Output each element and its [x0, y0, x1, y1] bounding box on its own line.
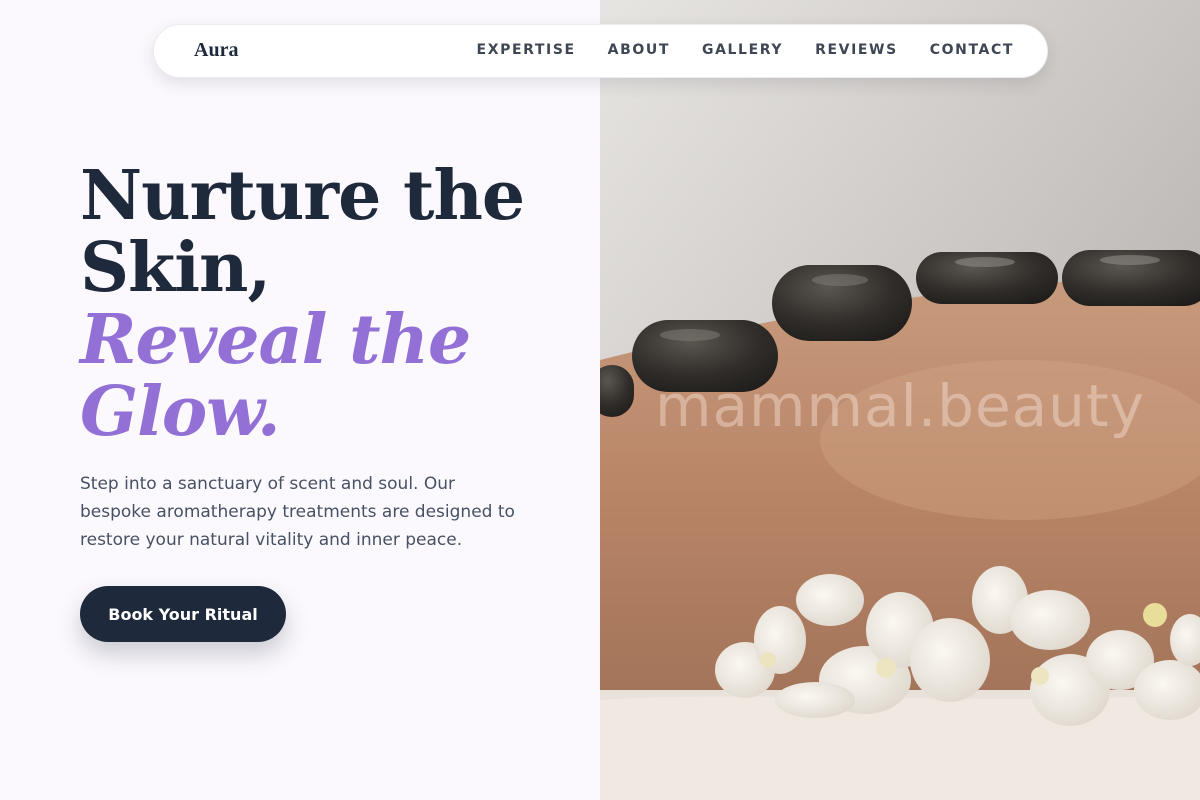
- hero-description: Step into a sanctuary of scent and soul.…: [80, 474, 515, 550]
- hero-headline: Nurture the Skin, Reveal the Glow.: [80, 160, 560, 448]
- nav-link-gallery[interactable]: GALLERY: [702, 42, 783, 58]
- top-navigation: Aura EXPERTISE ABOUT GALLERY REVIEWS CON…: [153, 24, 1048, 78]
- nav-links: EXPERTISE ABOUT GALLERY REVIEWS CONTACT: [477, 42, 1014, 58]
- headline-accent-line-1: Reveal the: [80, 300, 471, 380]
- headline-line-1: Nurture the: [80, 156, 525, 236]
- nav-link-expertise[interactable]: EXPERTISE: [477, 42, 576, 58]
- nav-link-about[interactable]: ABOUT: [608, 42, 670, 58]
- brand-logo[interactable]: Aura: [194, 39, 238, 62]
- headline-line-2: Skin,: [80, 228, 271, 308]
- headline-accent-line-2: Glow.: [80, 372, 281, 452]
- hero-image: [600, 0, 1200, 800]
- spa-photo: [600, 0, 1200, 800]
- nav-link-contact[interactable]: CONTACT: [930, 42, 1014, 58]
- book-ritual-button[interactable]: Book Your Ritual: [80, 586, 286, 642]
- nav-link-reviews[interactable]: REVIEWS: [815, 42, 898, 58]
